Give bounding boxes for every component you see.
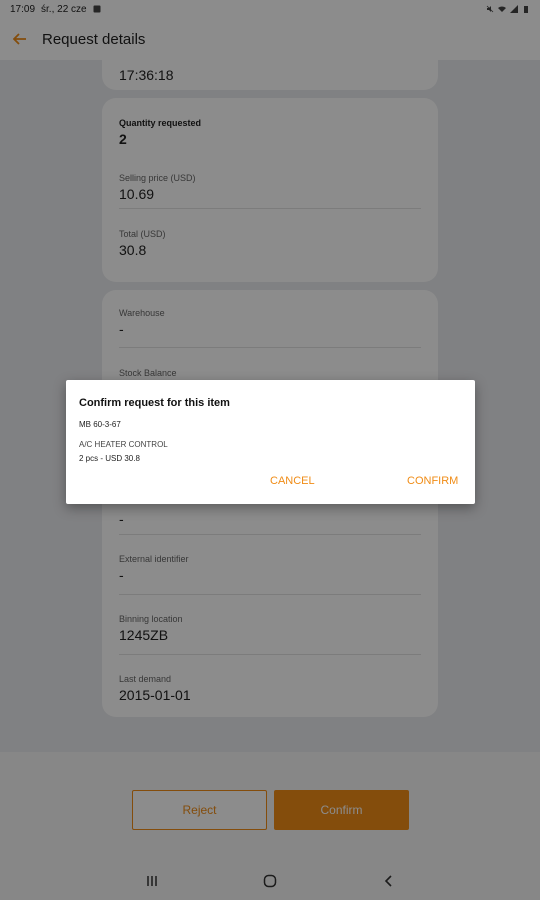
dialog-item-name: A/C HEATER CONTROL bbox=[79, 440, 168, 449]
confirm-dialog: Confirm request for this item MB 60-3-67… bbox=[66, 380, 475, 504]
dialog-summary: 2 pcs - USD 30.8 bbox=[79, 454, 140, 463]
dialog-title: Confirm request for this item bbox=[79, 397, 230, 409]
dialog-item-code: MB 60-3-67 bbox=[79, 420, 121, 429]
dialog-cancel-button[interactable]: CANCEL bbox=[270, 475, 315, 487]
dialog-confirm-button[interactable]: CONFIRM bbox=[407, 475, 458, 487]
